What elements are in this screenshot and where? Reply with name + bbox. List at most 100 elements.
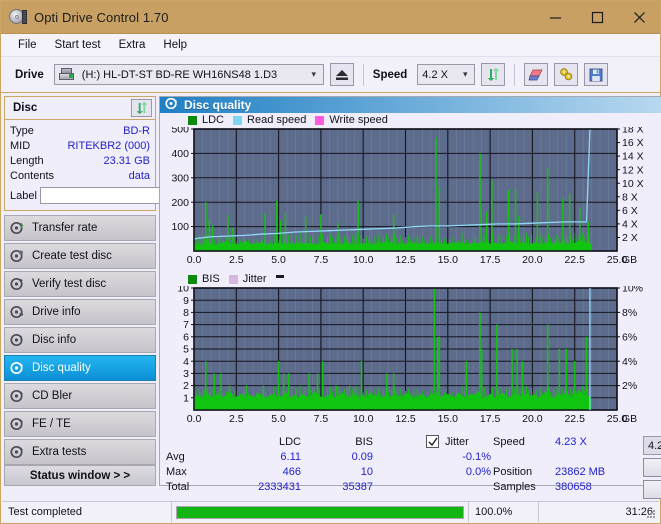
app-disc-icon [9, 8, 27, 26]
test-speed-select[interactable]: 4.2 X ▾ [643, 436, 661, 455]
eject-button[interactable] [329, 63, 354, 86]
sidebar-item-extra-tests[interactable]: Extra tests [4, 439, 156, 465]
speed-select-value: 4.2 X [422, 68, 448, 81]
progress-bar [172, 502, 469, 522]
disc-row-length-label: Length [10, 154, 44, 167]
ldc-chart: LDC Read speed Write speed 100 200 300 400 5… [160, 113, 661, 272]
save-button[interactable] [584, 63, 609, 86]
svg-text:100: 100 [171, 221, 189, 233]
position-row: Position 23862 MB [493, 465, 643, 480]
disc-icon [10, 249, 24, 263]
svg-text:GB: GB [622, 254, 637, 266]
progress-track [176, 505, 464, 519]
samples-label: Samples [493, 481, 536, 493]
sidebar-item-label: Create test disc [32, 250, 112, 262]
svg-text:2.5: 2.5 [229, 254, 244, 266]
maximize-icon[interactable] [576, 1, 618, 33]
sidebar-item-verify-test-disc[interactable]: Verify test disc [4, 271, 156, 297]
status-window-button[interactable]: Status window > > [4, 465, 156, 486]
svg-text:6 X: 6 X [622, 205, 638, 217]
stats-total-ldc: 2333431 [258, 481, 301, 493]
samples-row: Samples 380658 [493, 480, 643, 495]
svg-text:8 X: 8 X [622, 191, 638, 203]
stats-max-ldc: 466 [282, 466, 301, 478]
title-bar: Opti Drive Control 1.70 [1, 1, 660, 34]
sidebar-item-drive-info[interactable]: Drive info [4, 299, 156, 325]
start-full-button[interactable]: Start full [643, 458, 661, 477]
svg-text:5.0: 5.0 [271, 413, 286, 425]
svg-text:GB: GB [622, 413, 637, 425]
drive-select[interactable]: (H:) HL-DT-ST BD-RE WH16NS48 1.D3 ▾ [53, 64, 324, 85]
refresh-button[interactable] [481, 63, 506, 86]
svg-text:7.5: 7.5 [314, 413, 329, 425]
stats-avg-bis: 0.09 [351, 451, 373, 463]
status-message: Test completed [2, 502, 172, 522]
sidebar-item-create-test-disc[interactable]: Create test disc [4, 243, 156, 269]
svg-text:2%: 2% [622, 380, 637, 392]
disc-icon [10, 445, 24, 459]
legend-label-write-speed: Write speed [329, 114, 388, 126]
svg-text:1: 1 [183, 392, 189, 404]
disc-icon [10, 333, 24, 347]
disc-row-length: Length 23.31 GB [10, 153, 150, 168]
spacer-row [493, 450, 643, 465]
svg-text:4%: 4% [622, 356, 637, 368]
disc-properties: Type BD-R MID RITEKBR2 (000) Length 23.3… [5, 120, 243, 210]
speed-select[interactable]: 4.2 X ▾ [417, 64, 476, 85]
sidebar-nav: Transfer rate Create test disc Verify te… [4, 215, 156, 465]
disc-refresh-button[interactable] [131, 99, 152, 117]
sidebar-item-disc-quality[interactable]: Disc quality [4, 355, 156, 381]
tools-button[interactable] [554, 63, 579, 86]
svg-text:17.5: 17.5 [480, 413, 501, 425]
panel-header: Disc quality [160, 97, 661, 113]
sidebar-item-label: CD Bler [32, 390, 73, 402]
sidebar-item-label: Verify test disc [32, 278, 107, 290]
stats-row-total: Total 2333431 35387 [166, 480, 373, 495]
svg-text:10 X: 10 X [622, 178, 644, 190]
disc-icon [10, 305, 24, 319]
panel-title: Disc quality [184, 98, 252, 112]
svg-text:2: 2 [183, 380, 189, 392]
disc-row-type: Type BD-R [10, 123, 150, 138]
menu-item-extra[interactable]: Extra [110, 36, 155, 54]
svg-text:5.0: 5.0 [271, 254, 286, 266]
sidebar-item-transfer-rate[interactable]: Transfer rate [4, 215, 156, 241]
svg-text:12.5: 12.5 [395, 254, 416, 266]
jitter-avg-row: -0.1% [373, 450, 493, 465]
menu-item-help[interactable]: Help [154, 36, 196, 54]
position-value: 23862 MB [555, 466, 606, 478]
disc-icon [165, 97, 178, 113]
disc-row-contents-value: data [128, 169, 150, 182]
svg-text:20.0: 20.0 [522, 413, 543, 425]
sidebar-item-label: Drive info [32, 306, 81, 318]
erase-button[interactable] [524, 63, 549, 86]
stats-row-avg: Avg 6.11 0.09 [166, 450, 373, 465]
resize-grip-icon[interactable] [646, 509, 656, 519]
jitter-max-row: 0.0% [373, 465, 493, 480]
svg-text:400: 400 [171, 148, 189, 160]
sidebar-item-disc-info[interactable]: Disc info [4, 327, 156, 353]
menu-item-start-test[interactable]: Start test [46, 36, 110, 54]
jitter-checkbox[interactable] [426, 435, 439, 448]
stats-header-row: LDC BIS [166, 435, 373, 450]
stats-table: LDC BIS Avg 6.11 0.09 Max 466 10 Total 2… [166, 435, 373, 495]
disc-row-mid-label: MID [10, 139, 31, 152]
disc-panel-header: Disc [5, 97, 155, 120]
disc-quality-panel: Disc quality LDC Read speed Write speed … [159, 96, 661, 499]
menu-item-file[interactable]: File [9, 36, 46, 54]
sidebar-item-cd-bler[interactable]: CD Bler [4, 383, 156, 409]
stats-corner-cell [166, 435, 226, 450]
stats-row-label: Max [166, 466, 187, 478]
sidebar-item-label: Disc quality [32, 362, 91, 374]
sidebar-item-label: Extra tests [32, 446, 87, 458]
stats-col-bis: BIS [355, 436, 373, 448]
close-icon[interactable] [618, 1, 660, 33]
minimize-icon[interactable] [534, 1, 576, 33]
start-part-button[interactable]: Start part [643, 480, 661, 499]
disc-row-mid-value: RITEKBR2 (000) [67, 139, 150, 152]
sidebar-item-fe-te[interactable]: FE / TE [4, 411, 156, 437]
svg-text:9: 9 [183, 295, 189, 307]
svg-text:20.0: 20.0 [522, 254, 543, 266]
stats-avg-ldc: 6.11 [280, 451, 301, 463]
disc-row-contents-label: Contents [10, 169, 55, 182]
